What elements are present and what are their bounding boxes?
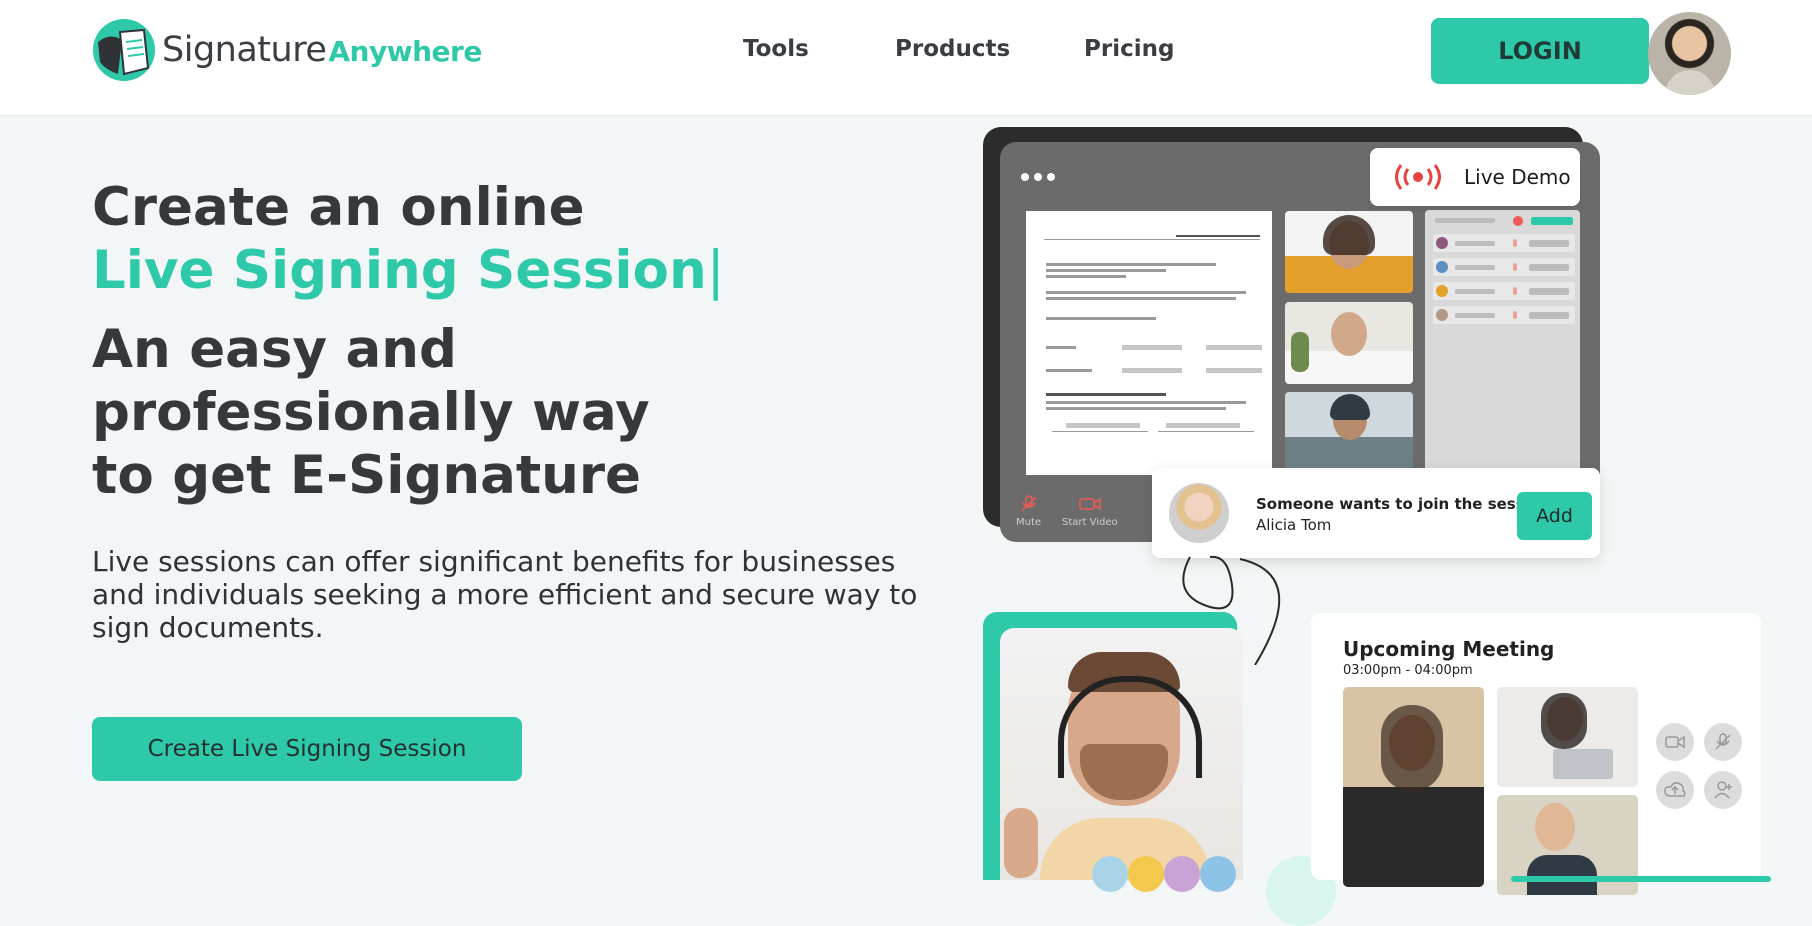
featured-participant-photo <box>1000 628 1243 880</box>
typing-caret: | <box>706 240 725 301</box>
requester-avatar <box>1169 483 1229 543</box>
video-camera-icon <box>1665 735 1685 749</box>
join-request-card: Someone wants to join the session Alicia… <box>1152 468 1600 558</box>
meeting-time: 03:00pm - 04:00pm <box>1343 663 1473 678</box>
upload-button[interactable] <box>1656 771 1694 809</box>
nav-item-products[interactable]: Products <box>895 36 1010 62</box>
add-participant-button[interactable]: Add <box>1517 492 1592 540</box>
top-navigation-bar: SignatureAnywhere Tools Products Pricing… <box>0 0 1812 116</box>
mute-label: Mute <box>1016 517 1042 528</box>
document-preview <box>1026 211 1272 475</box>
mute-control[interactable]: Mute <box>1016 494 1041 528</box>
participant-row <box>1433 234 1575 252</box>
live-demo-badge[interactable]: Live Demo <box>1370 148 1580 206</box>
hero-title: Create an online Live Signing Session| <box>92 176 725 302</box>
start-video-label: Start Video <box>1062 517 1118 528</box>
cloud-upload-icon <box>1664 782 1686 797</box>
avatar <box>1092 856 1128 892</box>
add-user-button[interactable] <box>1704 771 1742 809</box>
brand-name-main: Signature <box>162 30 327 70</box>
participant-video-3 <box>1285 392 1413 474</box>
hero-description: Live sessions can offer significant bene… <box>92 545 918 644</box>
broadcast-icon <box>1395 164 1441 190</box>
join-request-name: Alicia Tom <box>1256 516 1332 534</box>
avatar <box>1164 856 1200 892</box>
login-button[interactable]: LOGIN <box>1431 18 1649 84</box>
mic-toggle[interactable] <box>1704 723 1742 761</box>
window-controls-icon <box>1021 166 1060 185</box>
live-demo-label: Live Demo <box>1464 165 1571 189</box>
nav-item-pricing[interactable]: Pricing <box>1084 36 1174 62</box>
upcoming-meeting-card: Upcoming Meeting 03:00pm - 04:00pm <box>1311 613 1761 895</box>
user-avatar[interactable] <box>1648 12 1731 95</box>
participant-video-2 <box>1285 302 1413 384</box>
nav-item-tools[interactable]: Tools <box>743 36 809 62</box>
video-off-icon <box>1079 497 1101 511</box>
brand-logo[interactable]: SignatureAnywhere <box>92 18 482 82</box>
meeting-title: Upcoming Meeting <box>1343 637 1555 661</box>
add-user-icon <box>1714 781 1732 799</box>
video-toggle[interactable] <box>1656 723 1694 761</box>
brand-name-accent: Anywhere <box>328 35 482 68</box>
decorative-bar <box>1511 876 1771 882</box>
avatar <box>1200 856 1236 892</box>
logo-mark-icon <box>93 19 155 81</box>
brand-name: SignatureAnywhere <box>162 30 482 70</box>
hero-title-highlight: Live Signing Session <box>92 240 707 301</box>
microphone-off-icon <box>1020 495 1037 512</box>
participants-panel <box>1425 210 1580 472</box>
avatar <box>1128 856 1164 892</box>
join-request-message: Someone wants to join the session <box>1256 495 1551 513</box>
participant-row <box>1433 282 1575 300</box>
create-session-button[interactable]: Create Live Signing Session <box>92 717 522 781</box>
meeting-attendee-photo <box>1497 687 1638 787</box>
hero-subtitle: An easy and professionally way to get E-… <box>92 319 650 506</box>
participant-row <box>1433 258 1575 276</box>
meeting-attendee-photo <box>1343 687 1484 887</box>
microphone-off-icon <box>1715 733 1731 750</box>
participant-video-1 <box>1285 211 1413 293</box>
participant-row <box>1433 306 1575 324</box>
start-video-control[interactable]: Start Video <box>1062 494 1118 528</box>
hero-title-line1: Create an online <box>92 177 585 238</box>
